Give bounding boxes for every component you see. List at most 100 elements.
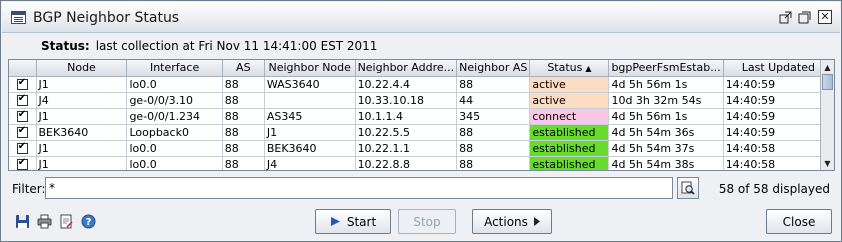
cell-interface: Loopback0 [126, 124, 223, 141]
cell-neighbor-as: 88 [456, 124, 531, 141]
cell-neighbor-address: 10.22.5.5 [355, 124, 458, 141]
row-checkbox[interactable] [16, 93, 28, 106]
table-row[interactable]: J1lo0.088BEK364010.22.1.188established4d… [9, 140, 834, 157]
displayed-count: 58 of 58 displayed [718, 182, 830, 196]
cell-neighbor-as: 88 [456, 76, 531, 93]
cell-status: active [529, 92, 610, 109]
table-header: Node Interface AS Neighbor Node Neighbor… [9, 60, 834, 77]
row-checkbox-cell[interactable] [9, 92, 37, 109]
scroll-thumb[interactable] [822, 74, 833, 90]
row-checkbox[interactable] [16, 141, 28, 154]
row-checkbox-cell[interactable] [9, 140, 37, 157]
undock-icon[interactable] [778, 10, 792, 24]
cell-interface: ge-0/0/3.10 [126, 92, 223, 109]
status-text: last collection at Fri Nov 11 14:41:00 E… [95, 39, 378, 53]
cell-neighbor-address: 10.22.4.4 [355, 76, 458, 93]
cell-neighbor-node: WAS3640 [264, 76, 356, 93]
search-icon [681, 181, 695, 195]
column-header-last-updated[interactable]: Last Updated [723, 60, 834, 77]
column-header-neighbor-as[interactable]: Neighbor AS [456, 60, 531, 77]
maximize-icon[interactable] [797, 10, 811, 24]
table-row[interactable]: J1lo0.088J410.22.8.888established4d 5h 5… [9, 156, 834, 170]
save-icon[interactable] [15, 214, 30, 229]
column-header-neighbor-address[interactable]: Neighbor Addre... [355, 60, 458, 77]
start-icon [330, 217, 340, 226]
cell-established: 4d 5h 56m 1s [608, 76, 724, 93]
table-row[interactable]: J1ge-0/0/1.23488AS34510.1.1.4345connect4… [9, 108, 834, 125]
cell-interface: lo0.0 [126, 140, 223, 157]
cell-neighbor-as: 44 [456, 92, 531, 109]
cell-neighbor-node: J1 [264, 124, 356, 141]
svg-text:?: ? [86, 217, 92, 228]
cell-neighbor-address: 10.22.1.1 [355, 140, 458, 157]
close-icon[interactable]: ✕ [818, 10, 832, 24]
scroll-up-icon[interactable]: ▲ [821, 60, 834, 74]
cell-interface: lo0.0 [126, 76, 223, 93]
row-checkbox[interactable] [16, 125, 28, 138]
cell-as: 88 [222, 124, 265, 141]
collection-status: Status: last collection at Fri Nov 11 14:… [41, 39, 377, 53]
actions-button[interactable]: Actions [472, 209, 552, 234]
help-icon[interactable]: ? [81, 214, 96, 229]
cell-neighbor-address: 10.33.10.18 [355, 92, 458, 109]
cell-neighbor-node: J4 [264, 156, 356, 170]
cell-last-updated: 14:40:58 [723, 156, 834, 170]
table-row[interactable]: J1lo0.088WAS364010.22.4.488active4d 5h 5… [9, 76, 834, 93]
cell-status: established [529, 124, 610, 141]
cell-node: J1 [36, 156, 128, 170]
bottom-toolbar-icons: ? [15, 214, 96, 229]
close-label: Close [782, 214, 816, 229]
row-checkbox-cell[interactable] [9, 156, 37, 170]
row-checkbox[interactable] [16, 109, 28, 122]
row-checkbox-cell[interactable] [9, 76, 37, 93]
status-header-label: Status [547, 61, 583, 75]
print-icon[interactable] [37, 214, 52, 229]
cell-established: 4d 5h 54m 38s [608, 156, 724, 170]
row-checkbox[interactable] [16, 157, 28, 170]
start-label: Start [346, 214, 377, 229]
vertical-scrollbar[interactable]: ▲ ▼ [820, 60, 834, 170]
filter-input[interactable] [45, 177, 673, 199]
column-header-select[interactable] [9, 60, 37, 77]
stop-label: Stop [413, 214, 441, 229]
cell-last-updated: 14:40:59 [723, 124, 834, 141]
bgp-neighbor-status-window: BGP Neighbor Status ✕ Status: last collec… [0, 0, 842, 242]
cell-node: J1 [36, 76, 128, 93]
filter-search-button[interactable] [677, 177, 699, 199]
cell-as: 88 [222, 140, 265, 157]
table-row[interactable]: J4ge-0/0/3.1088 10.33.10.1844active10d 3h… [9, 92, 834, 109]
cell-node: BEK3640 [36, 124, 128, 141]
title-bar[interactable]: BGP Neighbor Status ✕ [2, 2, 840, 33]
cell-neighbor-as: 88 [456, 140, 531, 157]
start-button[interactable]: Start [315, 209, 391, 234]
row-checkbox-cell[interactable] [9, 124, 37, 141]
row-checkbox[interactable] [16, 77, 28, 90]
row-checkbox-cell[interactable] [9, 108, 37, 125]
cell-as: 88 [222, 156, 265, 170]
window-icon [11, 11, 26, 24]
cell-neighbor-node: BEK3640 [264, 140, 356, 157]
stop-button[interactable]: Stop [398, 209, 456, 234]
column-header-as[interactable]: AS [222, 60, 265, 77]
cell-node: J1 [36, 140, 128, 157]
filter-label: Filter: [12, 182, 46, 196]
cell-last-updated: 14:40:59 [723, 108, 834, 125]
cell-established: 4d 5h 56m 1s [608, 108, 724, 125]
cell-established: 4d 5h 54m 37s [608, 140, 724, 157]
export-icon[interactable] [59, 214, 74, 229]
scroll-down-icon[interactable]: ▼ [821, 156, 834, 170]
column-header-interface[interactable]: Interface [126, 60, 223, 77]
column-header-neighbor-node[interactable]: Neighbor Node [264, 60, 356, 77]
cell-neighbor-as: 345 [456, 108, 531, 125]
column-header-established[interactable]: bgpPeerFsmEstab... [608, 60, 724, 77]
close-button[interactable]: Close [766, 209, 832, 234]
column-header-node[interactable]: Node [36, 60, 128, 77]
table-row[interactable]: BEK3640Loopback088J110.22.5.588establish… [9, 124, 834, 141]
column-header-status[interactable]: Status ▲ [529, 60, 610, 77]
cell-node: J1 [36, 108, 128, 125]
window-title: BGP Neighbor Status [33, 10, 180, 26]
cell-established: 10d 3h 32m 54s [608, 92, 724, 109]
cell-status: established [529, 156, 610, 170]
cell-neighbor-node: AS345 [264, 108, 356, 125]
cell-last-updated: 14:40:58 [723, 140, 834, 157]
